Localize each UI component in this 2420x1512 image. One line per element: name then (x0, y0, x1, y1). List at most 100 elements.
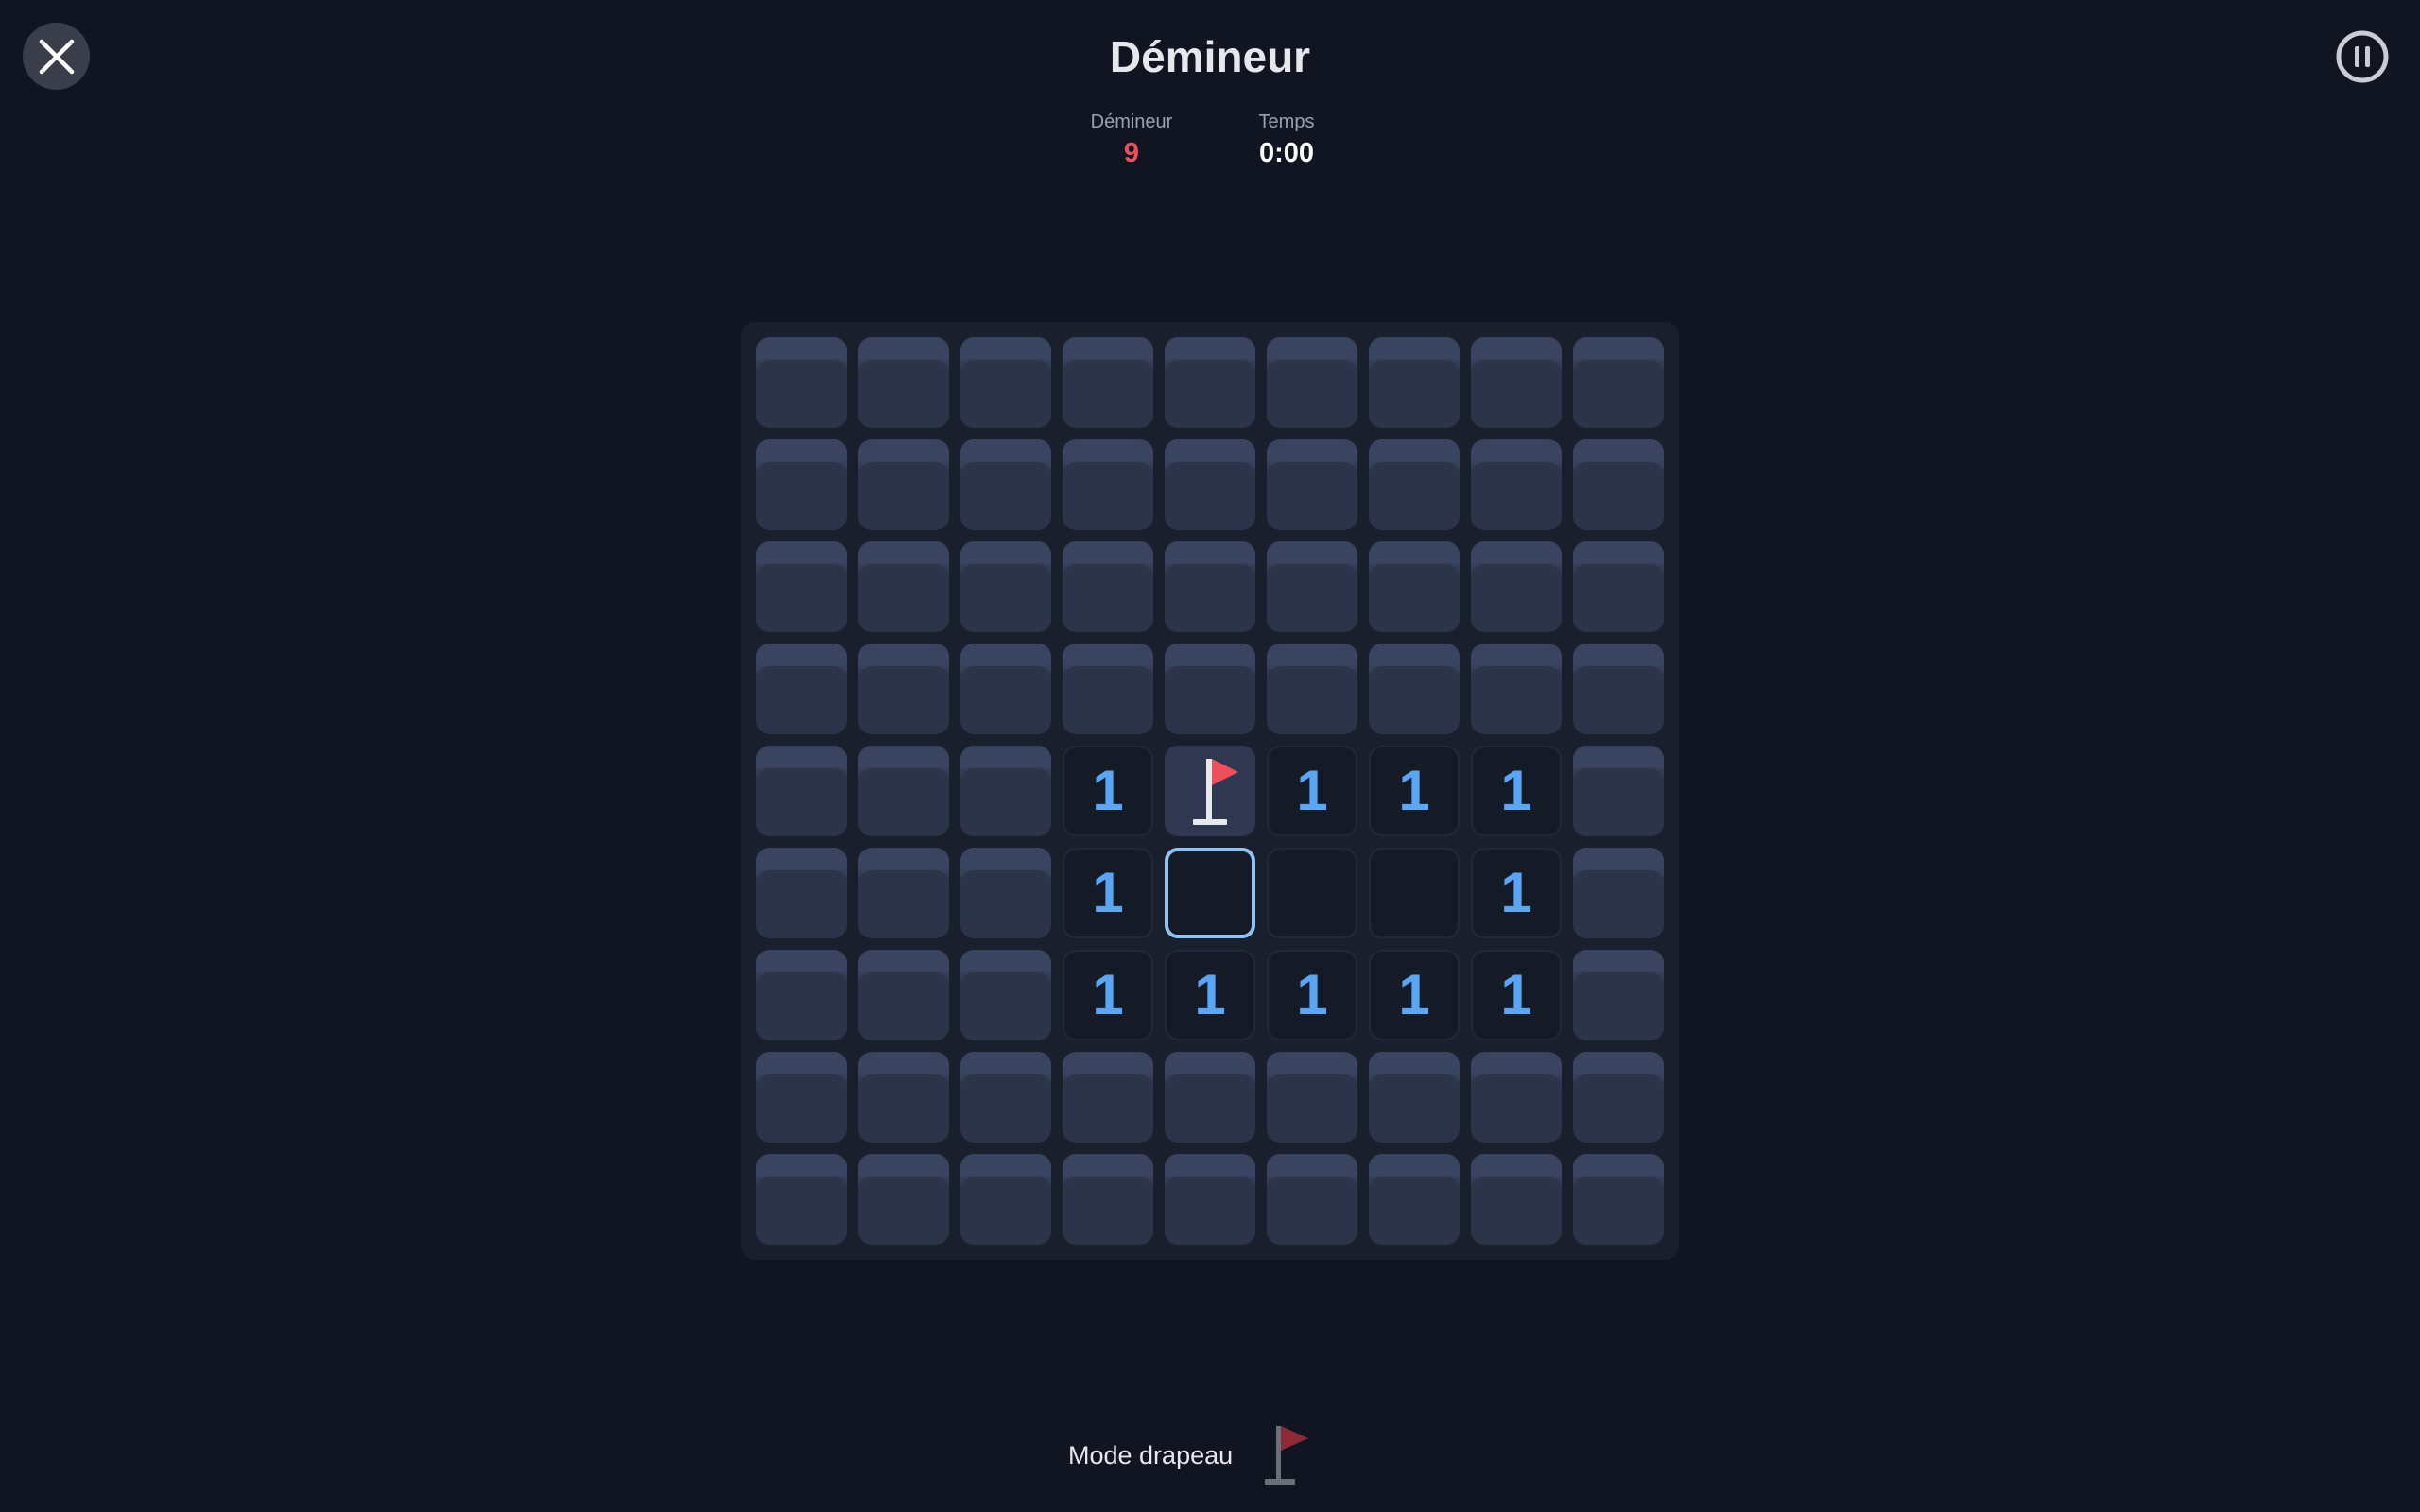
cell-r6-c6[interactable] (1267, 848, 1357, 938)
cell-r5-c9[interactable] (1573, 746, 1664, 836)
cell-r5-c3[interactable] (960, 746, 1051, 836)
cell-r9-c1[interactable] (756, 1154, 847, 1245)
cell-r4-c2[interactable] (858, 644, 949, 734)
pause-button[interactable] (2335, 29, 2390, 84)
cell-r2-c9[interactable] (1573, 439, 1664, 530)
cell-r9-c9[interactable] (1573, 1154, 1664, 1245)
flag-mode-toggle[interactable]: Mode drapeau (1068, 1418, 1322, 1493)
cell-r8-c8[interactable] (1471, 1052, 1562, 1143)
cell-r3-c5[interactable] (1165, 541, 1255, 632)
cell-r7-c5[interactable]: 1 (1165, 950, 1255, 1040)
cell-number: 1 (1500, 861, 1532, 924)
cell-r2-c5[interactable] (1165, 439, 1255, 530)
game-screen: Démineur Démineur 9 Temps 0:00 111111111… (0, 0, 2420, 1512)
cell-r5-c7[interactable]: 1 (1369, 746, 1460, 836)
cell-r3-c3[interactable] (960, 541, 1051, 632)
cell-r7-c6[interactable]: 1 (1267, 950, 1357, 1040)
cell-r9-c6[interactable] (1267, 1154, 1357, 1245)
cell-r8-c1[interactable] (756, 1052, 847, 1143)
pause-icon (2336, 30, 2389, 83)
cell-number: 1 (1500, 963, 1532, 1026)
cell-r7-c1[interactable] (756, 950, 847, 1040)
cell-r8-c3[interactable] (960, 1052, 1051, 1143)
cell-r7-c3[interactable] (960, 950, 1051, 1040)
cell-r2-c2[interactable] (858, 439, 949, 530)
cell-r3-c7[interactable] (1369, 541, 1460, 632)
cell-r6-c8[interactable]: 1 (1471, 848, 1562, 938)
cell-r1-c4[interactable] (1063, 337, 1153, 428)
cell-r8-c6[interactable] (1267, 1052, 1357, 1143)
cell-r7-c7[interactable]: 1 (1369, 950, 1460, 1040)
cell-r2-c4[interactable] (1063, 439, 1153, 530)
cell-number: 1 (1092, 963, 1124, 1026)
timer-value: 0:00 (1258, 138, 1315, 168)
cell-r4-c3[interactable] (960, 644, 1051, 734)
cell-r9-c4[interactable] (1063, 1154, 1153, 1245)
cell-r9-c2[interactable] (858, 1154, 949, 1245)
cell-r1-c7[interactable] (1369, 337, 1460, 428)
cell-r1-c6[interactable] (1267, 337, 1357, 428)
cell-r3-c9[interactable] (1573, 541, 1664, 632)
cell-r9-c8[interactable] (1471, 1154, 1562, 1245)
cell-r6-c2[interactable] (858, 848, 949, 938)
cell-r9-c5[interactable] (1165, 1154, 1255, 1245)
cell-r8-c4[interactable] (1063, 1052, 1153, 1143)
cell-r5-c5[interactable] (1165, 746, 1255, 836)
cell-r6-c9[interactable] (1573, 848, 1664, 938)
cell-r3-c4[interactable] (1063, 541, 1153, 632)
cell-r9-c3[interactable] (960, 1154, 1051, 1245)
cell-r1-c9[interactable] (1573, 337, 1664, 428)
cell-r5-c8[interactable]: 1 (1471, 746, 1562, 836)
cell-r5-c1[interactable] (756, 746, 847, 836)
cell-r8-c7[interactable] (1369, 1052, 1460, 1143)
cell-r1-c8[interactable] (1471, 337, 1562, 428)
cell-r2-c3[interactable] (960, 439, 1051, 530)
cell-r3-c8[interactable] (1471, 541, 1562, 632)
cell-r4-c7[interactable] (1369, 644, 1460, 734)
cell-r8-c9[interactable] (1573, 1052, 1664, 1143)
timer: Temps 0:00 (1211, 110, 1362, 170)
cell-r4-c8[interactable] (1471, 644, 1562, 734)
cell-r8-c2[interactable] (858, 1052, 949, 1143)
cell-r1-c2[interactable] (858, 337, 949, 428)
cell-number: 1 (1194, 963, 1226, 1026)
cell-r2-c6[interactable] (1267, 439, 1357, 530)
cell-r6-c7[interactable] (1369, 848, 1460, 938)
cell-r4-c6[interactable] (1267, 644, 1357, 734)
cell-r7-c8[interactable]: 1 (1471, 950, 1562, 1040)
cell-r3-c1[interactable] (756, 541, 847, 632)
cell-r5-c6[interactable]: 1 (1267, 746, 1357, 836)
cell-number: 1 (1092, 759, 1124, 822)
cell-r5-c2[interactable] (858, 746, 949, 836)
cell-r2-c7[interactable] (1369, 439, 1460, 530)
cell-r6-c1[interactable] (756, 848, 847, 938)
timer-label: Temps (1258, 112, 1315, 132)
cell-r1-c3[interactable] (960, 337, 1051, 428)
cell-r1-c1[interactable] (756, 337, 847, 428)
cell-r3-c6[interactable] (1267, 541, 1357, 632)
cell-r4-c5[interactable] (1165, 644, 1255, 734)
cell-r9-c7[interactable] (1369, 1154, 1460, 1245)
cell-r6-c4[interactable]: 1 (1063, 848, 1153, 938)
cell-r7-c4[interactable]: 1 (1063, 950, 1153, 1040)
cell-r1-c5[interactable] (1165, 337, 1255, 428)
cell-r2-c1[interactable] (756, 439, 847, 530)
cell-r3-c2[interactable] (858, 541, 949, 632)
mines-counter-label: Démineur (1090, 112, 1173, 132)
flag-mode-label: Mode drapeau (1068, 1441, 1234, 1469)
game-title: Démineur (1109, 32, 1311, 81)
cell-r4-c9[interactable] (1573, 644, 1664, 734)
cell-r4-c4[interactable] (1063, 644, 1153, 734)
cell-r7-c2[interactable] (858, 950, 949, 1040)
cell-number: 1 (1296, 963, 1328, 1026)
cell-r6-c3[interactable] (960, 848, 1051, 938)
cell-r4-c1[interactable] (756, 644, 847, 734)
cell-r2-c8[interactable] (1471, 439, 1562, 530)
cell-r6-c5[interactable] (1165, 848, 1255, 938)
cell-number: 1 (1092, 861, 1124, 924)
flag-icon[interactable] (1261, 1422, 1322, 1488)
cell-r8-c5[interactable] (1165, 1052, 1255, 1143)
mines-counter-value: 9 (1123, 138, 1140, 168)
cell-r7-c9[interactable] (1573, 950, 1664, 1040)
cell-r5-c4[interactable]: 1 (1063, 746, 1153, 836)
